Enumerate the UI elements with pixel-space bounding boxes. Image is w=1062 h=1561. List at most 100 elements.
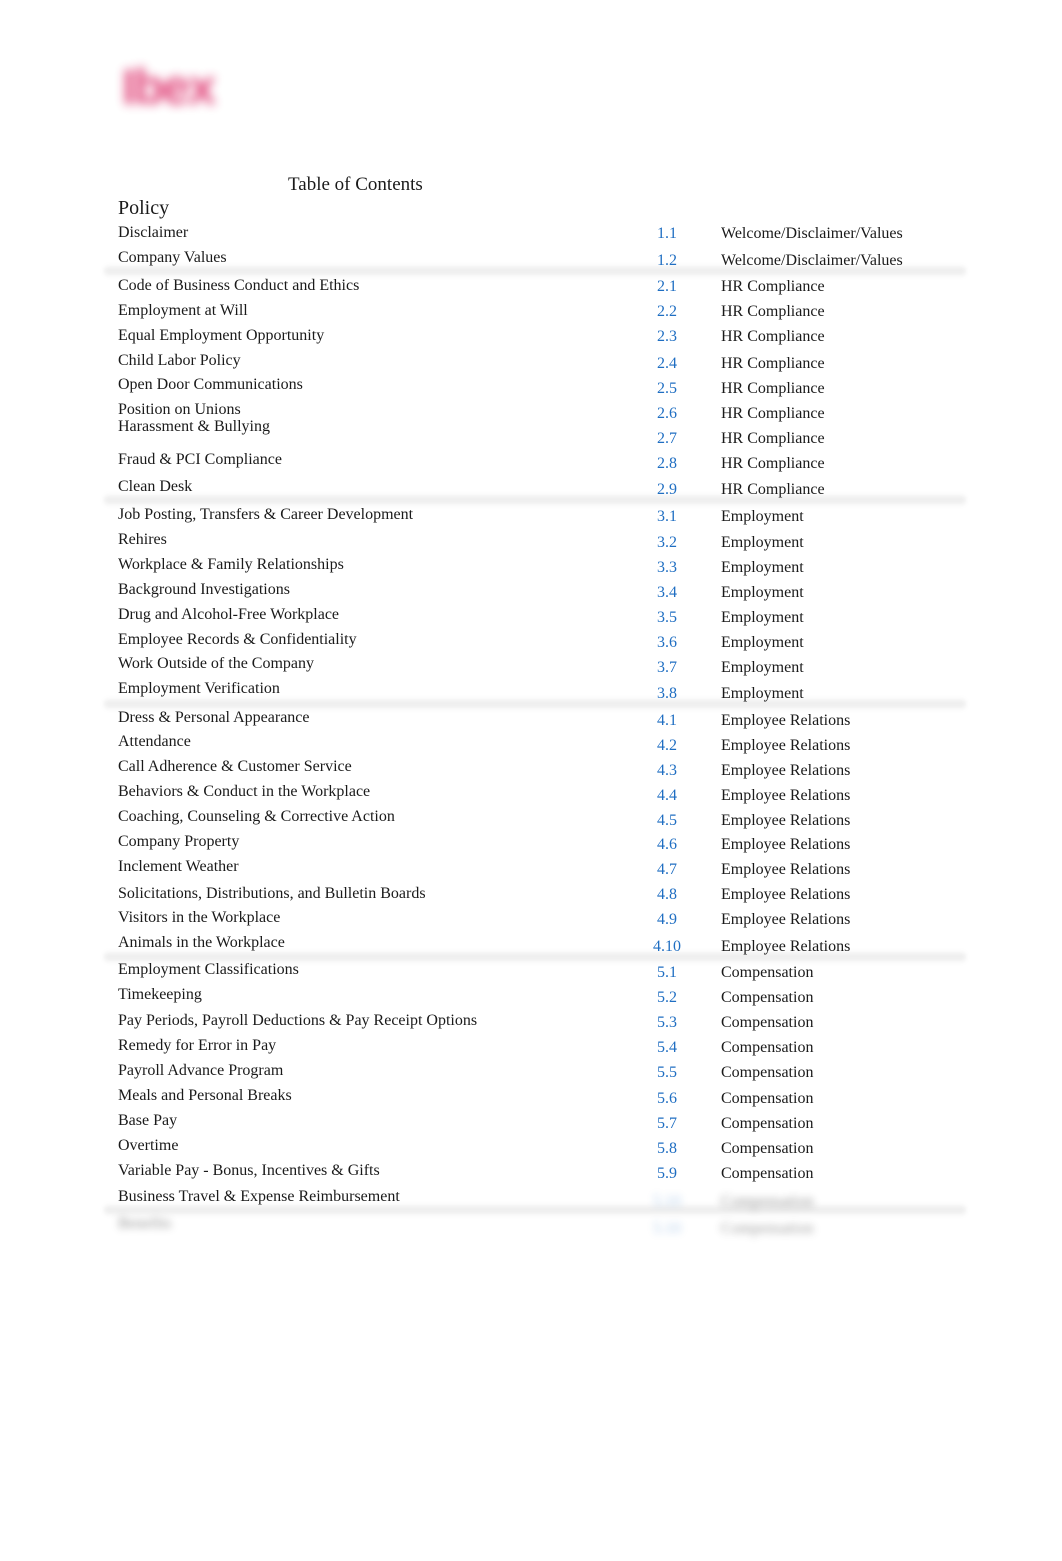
toc-entry[interactable]: Benefits 5.10 Compensation xyxy=(0,0,1062,1237)
toc-entry-category: Employment xyxy=(721,559,804,576)
toc-entry-title[interactable]: Inclement Weather xyxy=(118,858,239,876)
toc-entry-title[interactable]: Job Posting, Transfers & Career Developm… xyxy=(118,506,413,524)
toc-entry-section-number[interactable]: 5.3 xyxy=(640,1014,694,1032)
toc-entry-section-number[interactable]: 3.3 xyxy=(640,559,694,577)
toc-entry-section-number[interactable]: 2.3 xyxy=(640,328,694,346)
toc-entry-section-number[interactable]: 5.10 xyxy=(640,1220,694,1238)
toc-entry-title[interactable]: Code of Business Conduct and Ethics xyxy=(118,277,359,295)
toc-entry-section-number[interactable]: 4.3 xyxy=(640,762,694,780)
toc-entry-title[interactable]: Child Labor Policy xyxy=(118,352,241,370)
toc-entry-section-number[interactable]: 2.7 xyxy=(640,430,694,448)
toc-entry-title[interactable]: Employment at Will xyxy=(118,302,248,320)
toc-entry-category: Employee Relations xyxy=(721,861,851,878)
toc-entry-title[interactable]: Visitors in the Workplace xyxy=(118,909,280,927)
toc-entry-category: Employee Relations xyxy=(721,812,851,829)
toc-entry-section-number[interactable]: 5.4 xyxy=(640,1039,694,1057)
toc-entry-title[interactable]: Employee Records & Confidentiality xyxy=(118,631,357,649)
toc-entry-section-number[interactable]: 3.1 xyxy=(640,508,694,526)
toc-entry-title[interactable]: Employment Verification xyxy=(118,680,280,698)
toc-entry-title[interactable]: Disclaimer xyxy=(118,224,188,242)
toc-entry-section-number[interactable]: 1.1 xyxy=(640,225,694,243)
toc-entry-title[interactable]: Equal Employment Opportunity xyxy=(118,327,324,345)
toc-entry-category: Compensation xyxy=(721,1220,814,1237)
toc-entry-title[interactable]: Remedy for Error in Pay xyxy=(118,1037,276,1055)
toc-entry-section-number[interactable]: 2.6 xyxy=(640,405,694,423)
toc-entry-category: Employment xyxy=(721,609,804,626)
toc-entry-section-number[interactable]: 4.4 xyxy=(640,787,694,805)
toc-entry-section-number[interactable]: 4.9 xyxy=(640,911,694,929)
toc-entry-title[interactable]: Solicitations, Distributions, and Bullet… xyxy=(118,885,426,903)
toc-entry-section-number[interactable]: 5.9 xyxy=(640,1165,694,1183)
toc-entry-title[interactable]: Rehires xyxy=(118,531,167,549)
toc-entry-section-number[interactable]: 2.9 xyxy=(640,481,694,499)
toc-entry-category: Compensation xyxy=(721,1165,814,1182)
toc-entry-section-number[interactable]: 5.8 xyxy=(640,1140,694,1158)
toc-entry-category: Compensation xyxy=(721,1039,814,1056)
toc-entry-section-number[interactable]: 4.2 xyxy=(640,737,694,755)
toc-entry-category: Compensation xyxy=(721,1064,814,1081)
toc-entry-title[interactable]: Attendance xyxy=(118,733,191,751)
toc-entry-section-number[interactable]: 4.5 xyxy=(640,812,694,830)
toc-entry-title[interactable]: Fraud & PCI Compliance xyxy=(118,451,282,469)
toc-entry-title[interactable]: Timekeeping xyxy=(118,986,202,1004)
toc-entry-category: Employment xyxy=(721,659,804,676)
toc-entry-title[interactable]: Clean Desk xyxy=(118,478,192,496)
toc-entry-section-number[interactable]: 3.7 xyxy=(640,659,694,677)
company-logo: Ibex xyxy=(118,56,268,116)
toc-entry-section-number[interactable]: 2.4 xyxy=(640,355,694,373)
toc-entry-category: Employment xyxy=(721,584,804,601)
toc-entry-title[interactable]: Company Property xyxy=(118,833,239,851)
toc-entry-title[interactable]: Dress & Personal Appearance xyxy=(118,709,310,727)
toc-entry-section-number[interactable]: 4.7 xyxy=(640,861,694,879)
toc-entry-title[interactable]: Call Adherence & Customer Service xyxy=(118,758,352,776)
toc-entry-category: Employment xyxy=(721,534,804,551)
toc-entry-section-number[interactable]: 3.2 xyxy=(640,534,694,552)
toc-entry-title[interactable]: Benefits xyxy=(118,1215,171,1233)
toc-entry-title[interactable]: Background Investigations xyxy=(118,581,290,599)
toc-entry-title[interactable]: Business Travel & Expense Reimbursement xyxy=(118,1188,400,1206)
toc-entry-section-number[interactable]: 5.1 xyxy=(640,964,694,982)
toc-entry-title[interactable]: Drug and Alcohol-Free Workplace xyxy=(118,606,339,624)
toc-entry-section-number[interactable]: 5.7 xyxy=(640,1115,694,1133)
toc-entry-title[interactable]: Meals and Personal Breaks xyxy=(118,1087,292,1105)
toc-entry-section-number[interactable]: 3.5 xyxy=(640,609,694,627)
toc-entry-category: HR Compliance xyxy=(721,455,825,472)
toc-entry-category: HR Compliance xyxy=(721,355,825,372)
toc-entry-section-number[interactable]: 2.1 xyxy=(640,278,694,296)
toc-entry-title[interactable]: Base Pay xyxy=(118,1112,177,1130)
toc-entry-section-number[interactable]: 3.4 xyxy=(640,584,694,602)
toc-entry-section-number[interactable]: 5.2 xyxy=(640,989,694,1007)
toc-entry-section-number[interactable]: 2.2 xyxy=(640,303,694,321)
toc-entry-title[interactable]: Position on Unions xyxy=(118,401,241,419)
toc-entry-title[interactable]: Workplace & Family Relationships xyxy=(118,556,344,574)
toc-entry-title[interactable]: Employment Classifications xyxy=(118,961,299,979)
toc-entry-category: Compensation xyxy=(721,989,814,1006)
toc-entry-section-number[interactable]: 4.8 xyxy=(640,886,694,904)
toc-entry-section-number[interactable]: 2.8 xyxy=(640,455,694,473)
toc-entry-section-number[interactable]: 4.6 xyxy=(640,836,694,854)
toc-entry-section-number[interactable]: 5.6 xyxy=(640,1090,694,1108)
toc-entry-section-number[interactable]: 5.5 xyxy=(640,1064,694,1082)
toc-entry-section-number[interactable]: 4.1 xyxy=(640,712,694,730)
toc-entry-category: HR Compliance xyxy=(721,328,825,345)
toc-entry-title[interactable]: Open Door Communications xyxy=(118,376,303,394)
toc-entry-title[interactable]: Harassment & Bullying xyxy=(118,418,270,436)
toc-entry-section-number[interactable]: 2.5 xyxy=(640,380,694,398)
toc-entry-title[interactable]: Coaching, Counseling & Corrective Action xyxy=(118,808,395,826)
toc-entry-category: Compensation xyxy=(721,1014,814,1031)
toc-entry-title[interactable]: Overtime xyxy=(118,1137,178,1155)
toc-entry-title[interactable]: Behaviors & Conduct in the Workplace xyxy=(118,783,370,801)
toc-entry-title[interactable]: Company Values xyxy=(118,249,227,267)
toc-entry-title[interactable]: Pay Periods, Payroll Deductions & Pay Re… xyxy=(118,1012,477,1030)
toc-entry-section-number[interactable]: 4.10 xyxy=(640,938,694,956)
toc-entry-section-number[interactable]: 1.2 xyxy=(640,252,694,270)
toc-entry-section-number[interactable]: 5.10 xyxy=(640,1193,694,1211)
toc-entry-title[interactable]: Animals in the Workplace xyxy=(118,934,285,952)
toc-entry-title[interactable]: Work Outside of the Company xyxy=(118,655,314,673)
toc-entry-category: Employee Relations xyxy=(721,938,851,955)
toc-entry-title[interactable]: Payroll Advance Program xyxy=(118,1062,283,1080)
toc-entry-category: Employment xyxy=(721,685,804,702)
toc-entry-section-number[interactable]: 3.8 xyxy=(640,685,694,703)
toc-entry-title[interactable]: Variable Pay - Bonus, Incentives & Gifts xyxy=(118,1162,380,1180)
toc-entry-section-number[interactable]: 3.6 xyxy=(640,634,694,652)
